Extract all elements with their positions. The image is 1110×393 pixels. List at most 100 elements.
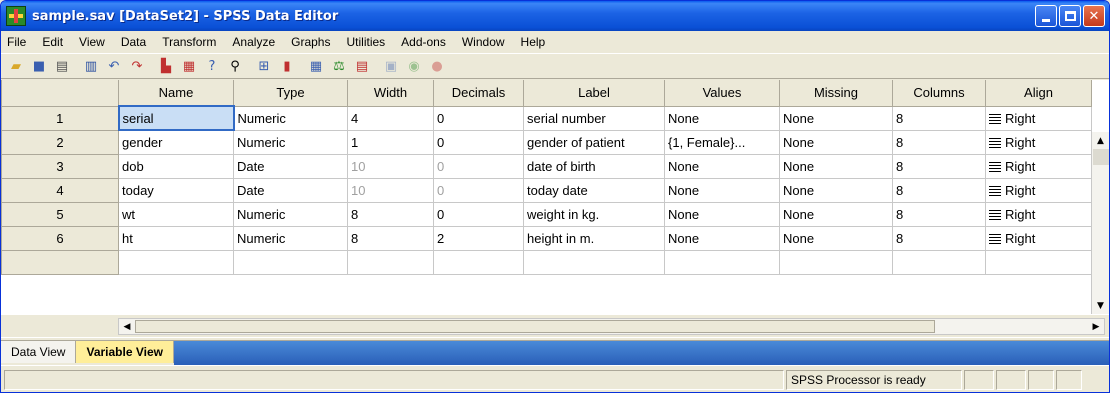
cell-name[interactable]: ht [118,225,234,251]
cell-missing[interactable]: None [779,177,893,203]
save-icon[interactable]: ■ [28,56,50,76]
cell-columns[interactable]: 8 [892,177,986,203]
cell-name[interactable]: dob [118,153,234,179]
cell-values[interactable]: None [664,225,780,251]
cell-align[interactable]: Right [985,129,1092,155]
cell-width[interactable]: 8 [347,201,434,227]
cell-width[interactable]: 10 [347,177,434,203]
cell-values[interactable]: {1, Female}... [664,129,780,155]
undo-icon[interactable]: ↶ [103,56,125,76]
cell-type[interactable]: Date [233,177,348,203]
cell-name[interactable]: gender [118,129,234,155]
menu-help[interactable]: Help [513,35,554,49]
find-icon[interactable]: ⚲ [224,56,246,76]
show-all-icon[interactable]: ● [426,56,448,76]
row-number[interactable]: 2 [1,129,119,155]
cell-width[interactable]: 1 [347,129,434,155]
cell-type[interactable]: Numeric [233,201,348,227]
redo-icon[interactable]: ↷ [126,56,148,76]
cell-label[interactable]: date of birth [523,153,665,179]
cell-name[interactable]: serial [117,105,235,131]
row-number[interactable]: 1 [1,105,119,131]
title-bar[interactable]: sample.sav [DataSet2] - SPSS Data Editor… [1,1,1109,31]
tab-data-view[interactable]: Data View [1,341,77,363]
menu-window[interactable]: Window [454,35,513,49]
menu-data[interactable]: Data [113,35,154,49]
cell-label[interactable]: today date [523,177,665,203]
menu-utilities[interactable]: Utilities [338,35,393,49]
cell-label[interactable]: height in m. [523,225,665,251]
print-icon[interactable]: ▤ [51,56,73,76]
row-number[interactable] [1,249,119,275]
select-cases-icon[interactable]: ▤ [351,56,373,76]
cell-align[interactable]: Right [985,201,1092,227]
cell-label[interactable]: serial number [523,105,665,131]
menu-transform[interactable]: Transform [154,35,224,49]
cell-decimals[interactable]: 2 [433,225,524,251]
cell-missing[interactable]: None [779,201,893,227]
cell-align[interactable]: Right [985,153,1092,179]
scroll-up-icon[interactable]: ▲ [1092,132,1109,149]
col-header-width[interactable]: Width [347,80,434,107]
cell-decimals[interactable]: 0 [433,177,524,203]
cell-width[interactable]: 4 [347,105,434,131]
insert-cases-icon[interactable]: ⊞ [253,56,275,76]
empty-cell[interactable] [118,249,234,275]
dialog-recall-icon[interactable]: ▥ [80,56,102,76]
weight-cases-icon[interactable]: ⚖ [328,56,350,76]
scroll-left-icon[interactable]: ◀ [119,319,135,334]
scroll-down-icon[interactable]: ▼ [1092,297,1109,314]
cell-align[interactable]: Right [985,225,1092,251]
scroll-right-icon[interactable]: ▶ [1088,319,1104,334]
spss-app-icon[interactable] [6,6,26,26]
col-header-align[interactable]: Align [985,80,1092,107]
cell-type[interactable]: Numeric [233,225,348,251]
col-header-type[interactable]: Type [233,80,348,107]
cell-decimals[interactable]: 0 [433,129,524,155]
cell-decimals[interactable]: 0 [433,153,524,179]
row-number[interactable]: 5 [1,201,119,227]
col-header-values[interactable]: Values [664,80,780,107]
cell-align[interactable]: Right [985,177,1092,203]
minimize-button[interactable] [1035,5,1057,27]
split-file-icon[interactable]: ▦ [305,56,327,76]
cell-align[interactable]: Right [985,105,1092,131]
goto-case-icon[interactable]: ▙ [155,56,177,76]
horizontal-scroll-thumb[interactable] [135,320,935,333]
cell-missing[interactable]: None [779,225,893,251]
cell-type[interactable]: Date [233,153,348,179]
cell-missing[interactable]: None [779,153,893,179]
tab-variable-view[interactable]: Variable View [76,341,174,363]
cell-label[interactable]: weight in kg. [523,201,665,227]
row-number[interactable]: 6 [1,225,119,251]
col-header-columns[interactable]: Columns [892,80,986,107]
horizontal-scrollbar[interactable]: ◀ ▶ [118,318,1105,335]
cell-name[interactable]: today [118,177,234,203]
cell-values[interactable]: None [664,105,780,131]
col-header-decimals[interactable]: Decimals [433,80,524,107]
help-icon[interactable]: ? [201,56,223,76]
menu-view[interactable]: View [71,35,113,49]
cell-decimals[interactable]: 0 [433,201,524,227]
cell-values[interactable]: None [664,177,780,203]
variables-icon[interactable]: ▦ [178,56,200,76]
cell-type[interactable]: Numeric [233,105,348,131]
cell-width[interactable]: 10 [347,153,434,179]
value-labels-icon[interactable]: ▣ [380,56,402,76]
cell-type[interactable]: Numeric [233,129,348,155]
cell-label[interactable]: gender of patient [523,129,665,155]
cell-columns[interactable]: 8 [892,225,986,251]
cell-missing[interactable]: None [779,105,893,131]
open-icon[interactable]: ▰ [5,56,27,76]
cell-values[interactable]: None [664,201,780,227]
close-button[interactable]: ✕ [1083,5,1105,27]
menu-addons[interactable]: Add-ons [393,35,454,49]
menu-edit[interactable]: Edit [34,35,71,49]
row-number[interactable]: 4 [1,177,119,203]
vertical-scrollbar[interactable]: ▲ ▼ [1091,132,1109,314]
col-header-missing[interactable]: Missing [779,80,893,107]
cell-columns[interactable]: 8 [892,153,986,179]
menu-graphs[interactable]: Graphs [283,35,338,49]
cell-values[interactable]: None [664,153,780,179]
cell-columns[interactable]: 8 [892,105,986,131]
